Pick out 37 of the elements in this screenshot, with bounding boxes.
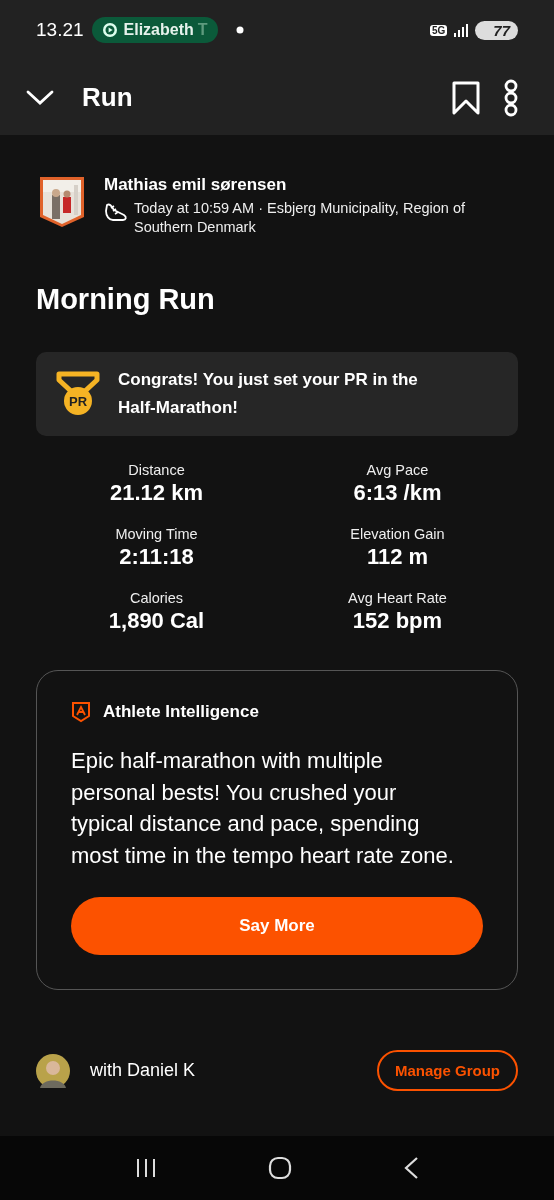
call-pill[interactable]: Elizabeth T [91, 17, 218, 43]
recent-apps-icon[interactable] [135, 1157, 158, 1179]
home-icon[interactable] [268, 1156, 292, 1180]
signal-icon [453, 23, 470, 37]
avatar[interactable] [36, 1053, 70, 1088]
stat-label: Avg Heart Rate [348, 590, 447, 606]
stat-label: Elevation Gain [350, 526, 445, 542]
stat-value: 21.12 km [110, 480, 203, 506]
stat-label: Avg Pace [366, 462, 429, 478]
back-icon[interactable] [402, 1156, 419, 1180]
ai-summary: Epic half-marathon with multiple personal bests! You crushed your typical distance and pace, spending most time in the tempo heart rate zone. [71, 747, 455, 870]
manage-group-button[interactable]: Manage Group [377, 1050, 518, 1091]
stat-label: Distance [128, 462, 185, 478]
status-time: 13.21 [36, 19, 84, 41]
stat-value: 1,890 Cal [108, 608, 205, 634]
page-title: Run [82, 82, 133, 113]
group-label: with Daniel K [90, 1060, 196, 1081]
bookmark-icon[interactable] [452, 80, 480, 115]
activity-title: Morning Run [36, 283, 216, 316]
stat-value: 152 bpm [352, 608, 443, 634]
card-title: Athlete Intelligence [103, 702, 259, 722]
shoe-icon [104, 201, 128, 223]
chevron-down-icon[interactable] [26, 89, 54, 106]
record-icon [101, 22, 118, 38]
stat-label: Calories [129, 590, 184, 606]
pr-message: Congrats! You just set your PR in the Half-Marathon! [118, 369, 419, 419]
stat-value: 112 m [366, 544, 429, 570]
athlete-name[interactable]: Mathias emil sørensen [104, 175, 518, 195]
stat-value: 2:11:18 [119, 544, 194, 570]
notification-dot-icon [235, 26, 244, 34]
more-icon[interactable] [504, 78, 518, 117]
stat-value: 6:13 /km [353, 480, 442, 506]
stat-label: Moving Time [115, 526, 198, 542]
battery-indicator: 77 [475, 20, 518, 40]
athlete-intelligence-icon [71, 701, 91, 723]
activity-meta: Today at 10:59 AM · Esbjerg Municipality, Region of Southern Denmark [134, 199, 466, 237]
network-label: 5G [429, 24, 448, 36]
